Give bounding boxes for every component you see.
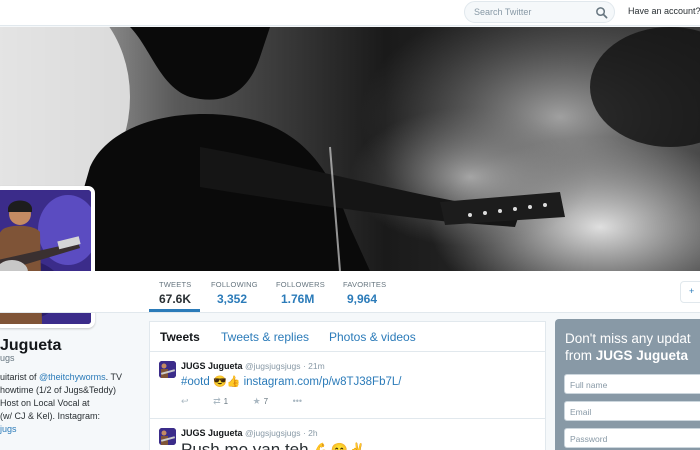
full-name-placeholder: Full name	[570, 380, 608, 390]
sunglasses-thumbs-emoji: 😎👍	[212, 376, 241, 388]
bio-line-1-pre: uitarist of	[0, 372, 40, 382]
tweet-author-handle[interactable]: @jugsjugsjugs	[245, 361, 300, 371]
retweet-action[interactable]: ⇄ 1	[213, 396, 228, 407]
favorite-action[interactable]: ★ 7	[253, 396, 269, 407]
bio-line-3: Host on Local Vocal at	[0, 398, 90, 408]
password-placeholder: Password	[570, 434, 608, 444]
stat-following[interactable]: FOLLOWING 3,352	[211, 280, 258, 306]
tab-tweets[interactable]: Tweets	[160, 330, 200, 344]
tweet-author-handle[interactable]: @jugsjugsjugs	[245, 428, 300, 438]
tweet-avatar-image	[159, 428, 176, 445]
tweet-avatar[interactable]	[159, 361, 176, 378]
tweet-item[interactable]: JUGS Jugueta @jugsjugsjugs · 21m #ootd 😎…	[150, 352, 545, 419]
profile-banner	[0, 27, 700, 271]
bio-line-4: (w/ CJ & Kel). Instagram:	[0, 411, 101, 421]
follow-button[interactable]: +	[680, 281, 700, 303]
banner-image	[0, 27, 700, 271]
signup-title-line-2-pre: from	[565, 348, 596, 363]
signup-title: Don't miss any updat from JUGS Jugueta	[565, 330, 691, 364]
tweet-item[interactable]: JUGS Jugueta @jugsjugsjugs · 2h Push mo …	[150, 419, 545, 450]
tweet-header: JUGS Jugueta @jugsjugsjugs · 2h	[181, 428, 318, 438]
profile-handle[interactable]: ugs	[0, 353, 15, 363]
signup-module: Don't miss any updat from JUGS Jugueta F…	[555, 319, 700, 450]
stat-favorites[interactable]: FAVORITES 9,964	[343, 280, 386, 306]
search-box[interactable]: Search Twitter	[464, 1, 615, 23]
email-field[interactable]: Email	[564, 401, 700, 421]
tab-tweets-replies[interactable]: Tweets & replies	[221, 330, 309, 344]
more-action[interactable]: •••	[293, 396, 302, 406]
stat-followers-value: 1.76M	[281, 292, 315, 306]
bio-instagram-link[interactable]: jugs	[0, 423, 135, 436]
bio-mention-link[interactable]: @theitchyworms	[39, 372, 106, 382]
reply-icon: ↩	[181, 396, 189, 406]
follow-icon: +	[689, 286, 695, 296]
tweet-text-content: Push mo yan teh	[181, 440, 309, 450]
tab-photos-videos[interactable]: Photos & videos	[329, 330, 416, 344]
bio-line-1: uitarist of @theitchyworms. TV	[0, 371, 135, 384]
tweet-author-name[interactable]: JUGS Jugueta	[181, 361, 243, 371]
search-input[interactable]: Search Twitter	[474, 7, 531, 17]
stat-favorites-label: FAVORITES	[343, 280, 387, 289]
tweet-instagram-link[interactable]: instagram.com/p/w8TJ38Fb7L/	[244, 376, 402, 388]
stat-tweets-value: 67.6K	[159, 292, 192, 306]
stat-followers[interactable]: FOLLOWERS 1.76M	[276, 280, 325, 306]
full-name-field[interactable]: Full name	[564, 374, 700, 394]
favorite-icon: ★	[252, 396, 261, 406]
reply-action[interactable]: ↩	[181, 396, 189, 407]
retweet-count: 1	[223, 397, 229, 406]
password-field[interactable]: Password	[564, 428, 700, 448]
search-icon[interactable]	[595, 6, 608, 19]
bio-line-1-post: . TV	[105, 372, 123, 382]
tweet-timestamp[interactable]: · 21m	[303, 361, 325, 371]
tweet-text: Push mo yan teh 💪😊✌	[181, 440, 366, 450]
tweet-timestamp[interactable]: · 2h	[303, 428, 318, 438]
signup-title-line-1: Don't miss any updat	[565, 331, 691, 346]
tweet-avatar[interactable]	[159, 428, 176, 445]
email-placeholder: Email	[570, 407, 592, 417]
tweet-hashtag-link[interactable]: #ootd	[181, 376, 210, 388]
top-bar: Search Twitter Have an account? L	[0, 0, 700, 26]
bio-line-2: howtime (1/2 of Jugs&Teddy)	[0, 385, 117, 395]
stat-following-label: FOLLOWING	[211, 280, 258, 289]
tweet-author-name[interactable]: JUGS Jugueta	[181, 428, 243, 438]
retweet-icon: ⇄	[213, 396, 221, 406]
profile-nav: TWEETS 67.6K FOLLOWING 3,352 FOLLOWERS 1…	[0, 271, 700, 313]
have-account-text: Have an account? L	[628, 6, 700, 16]
favorite-count: 7	[263, 397, 269, 406]
tweet-text: #ootd 😎👍 instagram.com/p/w8TJ38Fb7L/	[181, 375, 401, 388]
stat-tweets-label: TWEETS	[159, 280, 192, 289]
tweet-header: JUGS Jugueta @jugsjugsjugs · 21m	[181, 361, 325, 371]
stat-following-value: 3,352	[217, 292, 248, 306]
tweet-actions: ↩ ⇄ 1 ★ 7 •••	[181, 396, 324, 407]
profile-bio: uitarist of @theitchyworms. TV howtime (…	[0, 371, 135, 436]
muscle-smile-peace-emoji: 💪😊✌	[313, 442, 366, 450]
stat-followers-label: FOLLOWERS	[276, 280, 325, 289]
timeline-tabs: Tweets Tweets & replies Photos & videos	[150, 322, 545, 352]
stat-favorites-value: 9,964	[347, 292, 378, 306]
signup-title-name: JUGS Jugueta	[595, 348, 689, 363]
tweet-avatar-image	[159, 361, 176, 378]
stat-tweets[interactable]: TWEETS 67.6K	[159, 280, 191, 306]
have-account-label: Have an account?	[628, 6, 700, 16]
timeline: Tweets Tweets & replies Photos & videos …	[149, 321, 546, 450]
more-icon: •••	[292, 396, 303, 406]
active-stat-underline	[149, 309, 200, 312]
